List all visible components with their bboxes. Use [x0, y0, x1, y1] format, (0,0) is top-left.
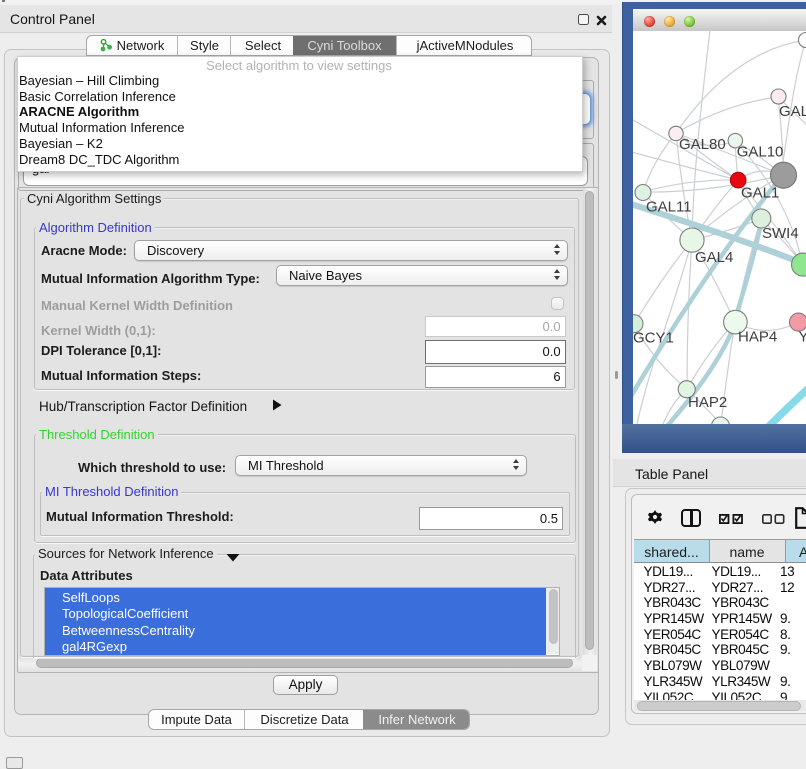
svg-text:Y: Y: [799, 329, 806, 346]
svg-text:GAL10: GAL10: [737, 144, 784, 161]
svg-text:GAL4: GAL4: [695, 249, 733, 266]
svg-text:GCY1: GCY1: [633, 330, 674, 347]
svg-text:GAL1: GAL1: [741, 185, 779, 202]
svg-text:HAP4: HAP4: [738, 329, 777, 346]
svg-text:GAL11: GAL11: [646, 198, 692, 215]
svg-text:HAP2: HAP2: [688, 394, 727, 411]
svg-text:SWI4: SWI4: [762, 225, 799, 242]
svg-text:GAL80: GAL80: [679, 136, 726, 153]
svg-text:GAL: GAL: [779, 103, 806, 120]
